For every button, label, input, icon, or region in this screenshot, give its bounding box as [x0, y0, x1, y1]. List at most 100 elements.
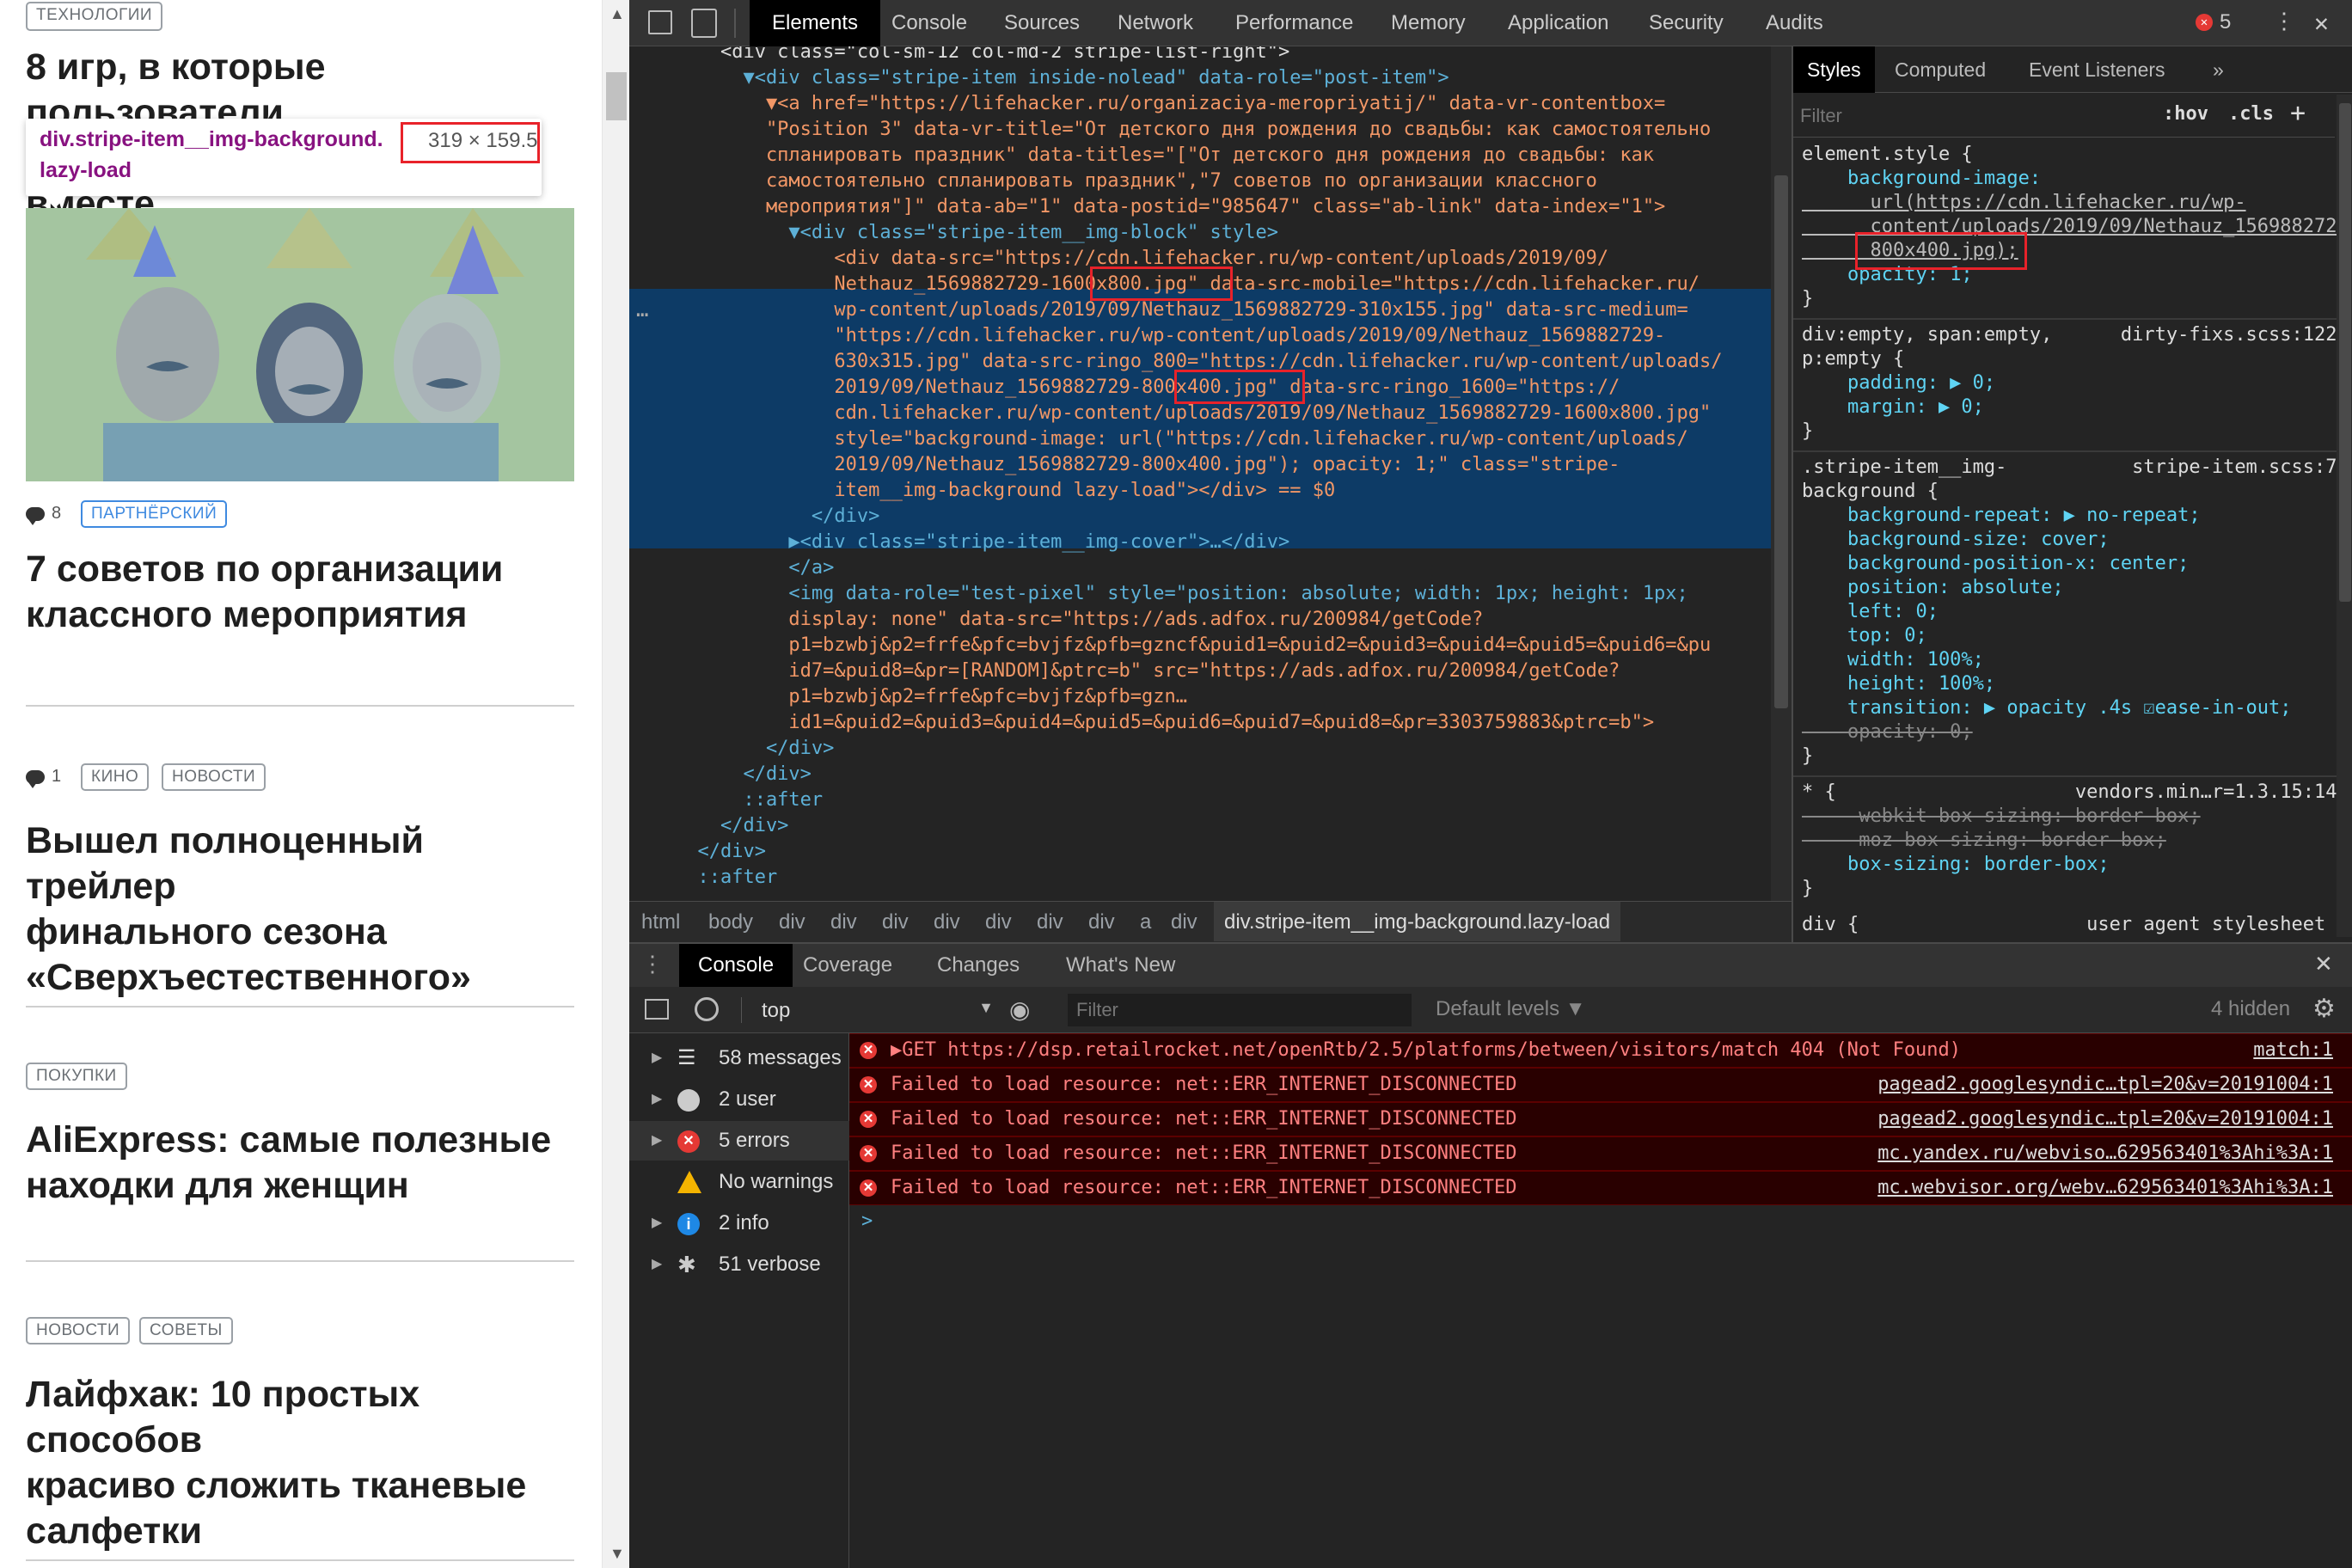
css-rule-line[interactable]: } — [1802, 744, 1813, 769]
crumb-div[interactable]: div — [1171, 910, 1197, 934]
dom-line[interactable]: id7=&puid8=&pr=[RANDOM]&ptrc=b" src="htt… — [629, 658, 1792, 684]
sidebar-item-verbose[interactable]: ▶ ✱ 51 verbose — [629, 1245, 849, 1284]
eye-icon[interactable]: ◉ — [1009, 995, 1030, 1024]
console-error-row[interactable]: ✕ Failed to load resource: net::ERR_INTE… — [849, 1102, 2352, 1136]
tag-technologies[interactable]: ТЕХНОЛОГИИ — [26, 2, 163, 31]
css-rule-line[interactable]: background-position-x: center; — [1802, 552, 2189, 576]
inspect-element-icon[interactable] — [648, 10, 672, 34]
source-link[interactable]: mc.yandex.ru/webviso…629563401%3Ahi%3A:1 — [1877, 1137, 2333, 1170]
css-rule-line[interactable]: background-size: cover; — [1802, 528, 2110, 552]
console-prompt[interactable]: > — [861, 1210, 873, 1232]
scrollbar-thumb[interactable] — [606, 72, 627, 120]
dom-line-selected[interactable]: wp-content/uploads/2019/09/Nethauz_15698… — [629, 297, 1792, 323]
dom-line[interactable]: "Position 3" data-vr-title="От детского … — [629, 117, 1792, 143]
dom-line[interactable]: ▼<div class="stripe-item inside-nolead" … — [629, 65, 1792, 91]
css-rule-line[interactable]: } — [1802, 287, 1813, 311]
css-rule-line[interactable]: } — [1802, 420, 1813, 444]
tag-cinema[interactable]: КИНО — [81, 763, 150, 791]
tab-styles[interactable]: Styles — [1793, 46, 1875, 93]
css-rule-line[interactable]: margin: ▶ 0; — [1802, 395, 1984, 420]
dom-line[interactable]: ::after — [629, 787, 1792, 813]
css-rule-line[interactable]: box-sizing: border-box; — [1802, 853, 2110, 877]
tag-partner[interactable]: ПАРТНЁРСКИЙ — [81, 500, 228, 528]
close-drawer-icon[interactable]: ✕ — [2314, 951, 2333, 977]
tag-tips[interactable]: СОВЕТЫ — [139, 1317, 233, 1344]
more-tabs-icon[interactable]: » — [2213, 46, 2224, 93]
log-levels-dropdown[interactable]: Default levels ▼ — [1436, 997, 1586, 1021]
tab-sources[interactable]: Sources — [1004, 0, 1080, 46]
page-scrollbar[interactable]: ▲ ▼ — [602, 0, 629, 1568]
tab-elements[interactable]: Elements — [750, 0, 881, 46]
css-rule-line[interactable]: background-repeat: ▶ no-repeat; — [1802, 504, 2201, 528]
css-rule-line[interactable]: top: 0; — [1802, 624, 1927, 648]
dom-line[interactable]: ::after — [629, 865, 1792, 891]
drawer-menu-icon[interactable]: ⋮ — [641, 951, 664, 977]
close-devtools-icon[interactable]: ✕ — [2314, 9, 2329, 37]
css-rule-line[interactable]: position: absolute; — [1802, 576, 2064, 600]
css-rule-line[interactable]: .stripe-item__img- stripe-item.scss:7 — [1802, 456, 2337, 480]
scrollbar-thumb[interactable] — [1774, 175, 1788, 708]
hov-toggle[interactable]: :hov — [2163, 103, 2208, 125]
crumb-div[interactable]: div — [1088, 910, 1115, 934]
article-title-1[interactable]: 7 советов по организации классного мероп… — [26, 547, 576, 638]
tab-audits[interactable]: Audits — [1766, 0, 1823, 46]
dom-line[interactable]: p1=bzwbj&p2=frfe&pfc=bvjfz&pfb=gzn… — [629, 684, 1792, 710]
cls-toggle[interactable]: .cls — [2228, 103, 2274, 125]
dom-line[interactable]: </div> — [629, 813, 1792, 839]
dom-line-selected[interactable]: 2019/09/Nethauz_1569882729-800x400.jpg")… — [629, 452, 1792, 478]
css-rule-line[interactable]: element.style { — [1802, 143, 1973, 167]
tab-application[interactable]: Application — [1508, 0, 1608, 46]
css-rule-line-overridden[interactable]: -webkit-box-sizing: border-box; — [1802, 805, 2201, 829]
dom-line[interactable]: ▼<div class="stripe-item__img-block" sty… — [629, 220, 1792, 246]
tab-computed[interactable]: Computed — [1895, 46, 1986, 93]
console-error-row[interactable]: ✕ Failed to load resource: net::ERR_INTE… — [849, 1068, 2352, 1102]
css-rule-line-overridden[interactable]: -moz-box-sizing: border-box; — [1802, 829, 2166, 853]
sidebar-toggle-icon[interactable] — [645, 999, 669, 1020]
tab-event-listeners[interactable]: Event Listeners — [2029, 46, 2165, 93]
dom-line-selected[interactable]: item__img-background lazy-load"></div> =… — [629, 478, 1792, 504]
comment-count-2[interactable]: 1 — [26, 767, 61, 788]
drawer-tab-changes[interactable]: Changes — [937, 944, 1020, 987]
dom-line[interactable]: спланировать праздник" data-titles="["От… — [629, 143, 1792, 168]
sidebar-item-user-messages[interactable]: ▶ 2 user mess… — [629, 1080, 849, 1150]
console-error-row[interactable]: ✕ Failed to load resource: net::ERR_INTE… — [849, 1136, 2352, 1171]
tab-network[interactable]: Network — [1118, 0, 1193, 46]
dom-line[interactable]: </a> — [629, 555, 1792, 581]
tag-news[interactable]: НОВОСТИ — [162, 763, 266, 791]
css-rule-line[interactable]: transition: ▶ opacity .4s ☑ease-in-out; — [1802, 696, 2292, 720]
scroll-down-arrow-icon[interactable]: ▼ — [609, 1545, 625, 1563]
dom-line[interactable]: </div> — [629, 762, 1792, 787]
drawer-tab-coverage[interactable]: Coverage — [803, 944, 892, 987]
sidebar-item-warnings[interactable]: No warnings — [629, 1162, 849, 1202]
gear-icon[interactable]: ⚙ — [2312, 994, 2336, 1024]
tag-shopping[interactable]: ПОКУПКИ — [26, 1063, 127, 1090]
tab-security[interactable]: Security — [1649, 0, 1724, 46]
dom-line[interactable]: </div> — [629, 839, 1792, 865]
tab-performance[interactable]: Performance — [1235, 0, 1353, 46]
tab-memory[interactable]: Memory — [1391, 0, 1466, 46]
crumb-selected[interactable]: div.stripe-item__img-background.lazy-loa… — [1214, 902, 1621, 941]
drawer-tab-whats-new[interactable]: What's New — [1066, 944, 1175, 987]
dom-line[interactable]: ▶<div class="stripe-item__img-cover">…</… — [629, 530, 1792, 555]
source-link[interactable]: mc.webvisor.org/webv…629563401%3Ahi%3A:1 — [1877, 1172, 2333, 1204]
css-rule-line[interactable]: div { user agent stylesheet — [1802, 913, 2325, 937]
dom-line[interactable]: <img data-role="test-pixel" style="posit… — [629, 581, 1792, 607]
css-rule-line[interactable]: p:empty { — [1802, 347, 1904, 371]
article-image[interactable] — [26, 208, 574, 481]
crumb-a[interactable]: a — [1140, 910, 1151, 934]
add-rule-icon[interactable]: + — [2290, 98, 2306, 128]
scrollbar-thumb[interactable] — [2339, 103, 2351, 602]
source-link[interactable]: pagead2.googlesyndic…tpl=20&v=20191004:1 — [1877, 1069, 2333, 1101]
sidebar-item-info[interactable]: ▶ i 2 info — [629, 1204, 849, 1243]
crumb-div[interactable]: div — [830, 910, 857, 934]
css-rule-line[interactable]: width: 100%; — [1802, 648, 1984, 672]
crumb-div[interactable]: div — [1037, 910, 1063, 934]
dom-line[interactable]: display: none" data-src="https://ads.adf… — [629, 607, 1792, 633]
css-rule-line[interactable]: padding: ▶ 0; — [1802, 371, 1995, 395]
dom-line[interactable]: <div class="col-sm-12 col-md-2 stripe-li… — [629, 46, 1792, 65]
comment-count-1[interactable]: 8 — [26, 504, 61, 525]
scroll-up-arrow-icon[interactable]: ▲ — [609, 5, 625, 23]
device-toolbar-icon[interactable] — [691, 9, 717, 38]
crumb-html[interactable]: html — [641, 910, 680, 934]
error-count[interactable]: 5 — [2220, 10, 2231, 34]
